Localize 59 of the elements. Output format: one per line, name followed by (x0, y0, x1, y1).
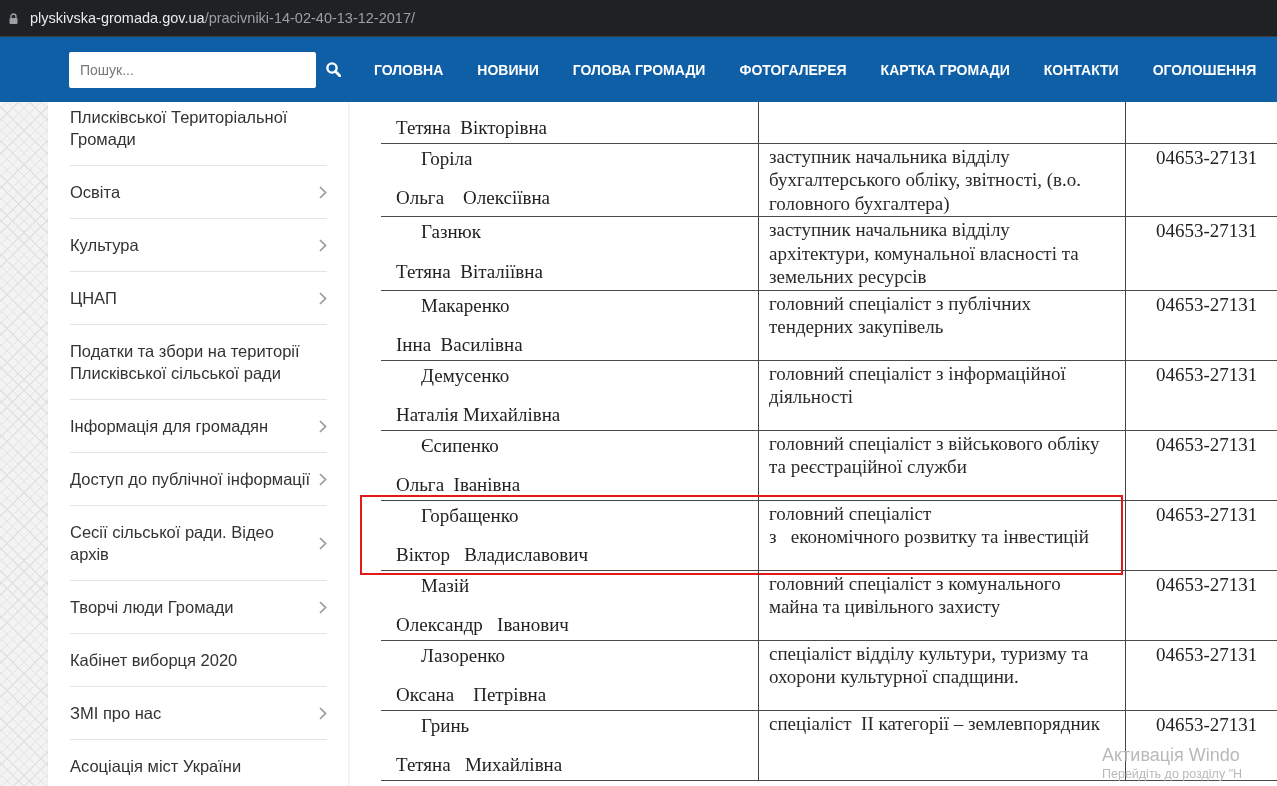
position-text: головний спеціаліст з економічного розвитку та інвестицій (769, 501, 1089, 549)
nav-link[interactable]: ФОТОГАЛЕРЕЯ (739, 61, 847, 78)
staff-name: Тетяна Віталіївна (396, 259, 543, 283)
staff-name: Ольга Іванівна (396, 473, 521, 497)
sidebar-item[interactable]: Плисківської Територіальної Громади (70, 102, 327, 166)
phone-number: 04653-27131 (1156, 643, 1258, 665)
url-text[interactable]: plyskivska-gromada.gov.ua/pracivniki-14-02-40-13-12-2017/ (30, 10, 415, 26)
sidebar-item[interactable]: Доступ до публічної інформації (70, 453, 327, 506)
staff-surname: Газнюк (421, 220, 482, 244)
position-text: заступник начальника відділу бухгалтерського обліку, звітності, (в.о. головного бухгалтера) (769, 144, 1082, 215)
phone-number: 04653-27131 (1156, 503, 1258, 525)
phone-number: 04653-27131 (1156, 713, 1258, 735)
search-icon (325, 62, 341, 77)
sidebar-item[interactable]: Творчі люди Громади (70, 581, 327, 634)
staff-name: Віктор Владиславович (396, 543, 589, 567)
sidebar-item[interactable]: Освіта (70, 166, 327, 219)
staff-name: Наталія Михайлівна (396, 403, 561, 427)
position-text: спеціаліст ІІ категорії – землевпорядник (769, 711, 1100, 735)
nav-link[interactable]: КОНТАКТИ (1043, 61, 1119, 78)
staff-surname: Гринь (421, 713, 470, 737)
nav-link[interactable]: НОВИНИ (477, 61, 539, 78)
sidebar-item[interactable]: Інформація для громадян (70, 400, 327, 453)
lock-icon (9, 12, 18, 24)
staff-surname: Горбащенко (421, 503, 519, 527)
sidebar-item[interactable]: ЗМІ про нас (70, 687, 327, 740)
staff-surname: Горіла (421, 146, 473, 170)
nav-link[interactable]: ГОЛОВНА (374, 61, 444, 78)
position-text: головний спеціаліст з комунального майна та цивільного захисту (769, 571, 1062, 619)
staff-surname: Мазій (421, 573, 470, 597)
nav-link[interactable]: ГОЛОВА ГРОМАДИ (572, 61, 706, 78)
staff-surname: Макаренко (421, 293, 510, 317)
staff-name: Тетяна Вікторівна (396, 116, 548, 140)
phone-number: 04653-27131 (1156, 220, 1258, 241)
nav-link[interactable]: КАРТКА ГРОМАДИ (880, 61, 1010, 78)
sidebar-item[interactable]: ЦНАП (70, 272, 327, 325)
staff-surname: Єсипенко (421, 433, 499, 457)
sidebar-item[interactable]: Культура (70, 219, 327, 272)
phone-number: 04653-27131 (1156, 573, 1258, 595)
phone-number: 04653-27131 (1156, 433, 1258, 455)
staff-name: Олександр Іванович (396, 613, 569, 637)
sidebar-item[interactable]: Кабінет виборця 2020 (70, 634, 327, 687)
staff-name: Оксана Петрівна (396, 683, 547, 707)
position-text: головний спеціаліст з військового обліку та реєстраційної служби (769, 431, 1101, 479)
staff-name: Тетяна Михайлівна (396, 753, 563, 777)
search-field[interactable]: Пошук... (69, 51, 316, 88)
sidebar-item[interactable]: Асоціація міст України (70, 740, 327, 786)
position-text: головний спеціаліст з публічних тендерних закупівель (769, 291, 1033, 339)
staff-name: Інна Василівна (396, 333, 523, 357)
sidebar-item[interactable]: Сесії сільської ради. Відео архів (70, 506, 327, 581)
sidebar-item[interactable]: Податки та збори на території Плисківської сільської ради (70, 325, 327, 400)
position-text: головний спеціаліст з інформаційної діяльності (769, 361, 1067, 409)
phone-number: 04653-27131 (1156, 146, 1258, 168)
staff-surname: Демусенко (421, 363, 510, 387)
position-text: спеціаліст відділу культури, туризму та охорони культурної спадщини. (769, 641, 1090, 689)
nav-link[interactable]: ОГОЛОШЕННЯ (1152, 61, 1257, 78)
staff-name: Ольга Олексіївна (396, 186, 551, 210)
phone-number: 04653-27131 (1156, 293, 1258, 315)
phone-number: 04653-27131 (1156, 363, 1258, 385)
staff-surname: Лазоренко (421, 643, 506, 667)
